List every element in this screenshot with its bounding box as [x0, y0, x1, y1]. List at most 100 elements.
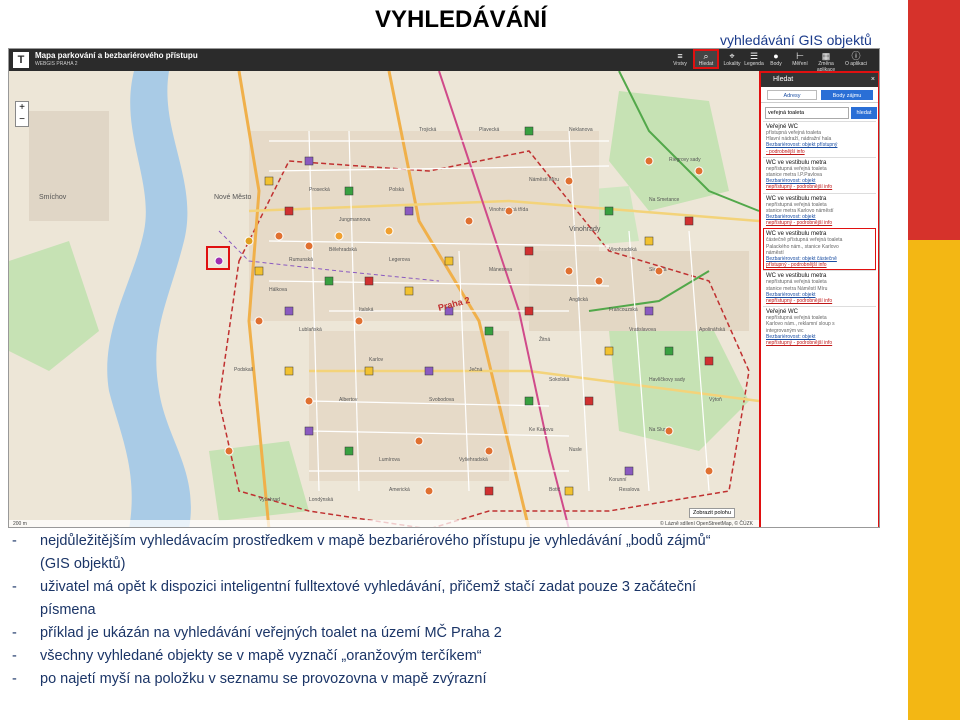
zoom-in-button[interactable]: +	[16, 102, 28, 114]
accessibility-info-link[interactable]: nepřístupný - podrobnější info	[766, 184, 874, 190]
tab-points-of-interest[interactable]: Body zájmu	[821, 90, 873, 100]
map-place-label: Polská	[389, 187, 404, 193]
map-symbol	[424, 366, 434, 376]
map-symbol	[524, 396, 534, 406]
bullet-dash: -	[12, 579, 17, 595]
map-symbol	[524, 246, 534, 256]
tool-info[interactable]: ⓘ O aplikaci	[845, 51, 867, 67]
map-symbol	[664, 346, 674, 356]
poi-marker	[694, 166, 704, 176]
map-place-label: Italská	[359, 307, 374, 313]
decor-yellow-bar	[908, 240, 960, 720]
map-canvas[interactable]: Smíchov Nové Město Vinohrady Nusle Vyšehrad A…	[9, 70, 880, 528]
pin-icon: ⌖	[729, 51, 735, 61]
accessibility-info-link[interactable]: nepřístupný - podrobnější info	[766, 220, 874, 226]
poi-marker	[354, 316, 364, 326]
ruler-icon: ⊢	[796, 51, 804, 61]
map-place-label: Mánesova	[489, 267, 512, 273]
tool-label: Vrstvy	[673, 61, 687, 67]
search-result-item[interactable]: Veřejné WC nepřístupná veřejná toaleta Kar…	[763, 306, 876, 348]
map-place-label: Americká	[389, 487, 410, 493]
layers-icon: ≡	[677, 51, 683, 61]
tool-label: O aplikaci	[845, 61, 867, 67]
tool-ruler[interactable]: ⊢ Měření	[789, 51, 811, 67]
poi-marker	[274, 231, 284, 241]
search-result-item[interactable]: Veřejné WC přístupná veřejná toaleta Hlavn…	[763, 121, 876, 157]
map-symbol	[404, 206, 414, 216]
app-title: Mapa parkování a bezbariérového přístupu	[35, 51, 198, 60]
slide-title: VYHLEDÁVÁNÍ	[375, 6, 548, 33]
map-symbol	[304, 156, 314, 166]
search-result-item[interactable]: WC ve vestibulu metra nepřístupná veřejná…	[763, 156, 876, 193]
bullet-item: - nejdůležitějším vyhledávacím prostředke…	[12, 530, 892, 553]
map-symbol	[264, 176, 274, 186]
map-symbol	[564, 486, 574, 496]
map-symbol	[254, 266, 264, 276]
map-symbol	[284, 366, 294, 376]
map-place-label: Albertov	[339, 397, 358, 403]
tool-pin[interactable]: ⌖ Lokality	[721, 51, 743, 67]
map-place-label: Hálkova	[269, 287, 287, 293]
poi-marker	[664, 426, 674, 436]
map-symbol	[624, 466, 634, 476]
map-symbol	[684, 216, 694, 226]
app-logo: T	[13, 52, 29, 68]
poi-marker	[334, 231, 344, 241]
map-place-label: Korunní	[609, 477, 627, 483]
tool-search[interactable]: ⌕ Hledat	[693, 49, 719, 69]
poi-marker	[304, 241, 314, 251]
search-input[interactable]	[765, 107, 849, 119]
search-result-item[interactable]: WC ve vestibulu metra částečně přístupná …	[763, 228, 876, 271]
tool-grid[interactable]: ▦ Změna aplikace	[815, 51, 837, 73]
bullet-item: - uživatel má opět k dispozici inteligent…	[12, 576, 892, 599]
show-location-button[interactable]: Zobrazit polohu	[689, 508, 735, 518]
map-place-label: Výtoň	[709, 397, 722, 403]
poi-marker	[704, 466, 714, 476]
close-icon[interactable]: ×	[871, 73, 875, 87]
accessibility-info-link[interactable]: přístupný - podrobnější info	[766, 262, 874, 268]
map-symbol	[484, 326, 494, 336]
map-place-label: Havlíčkovy sady	[649, 377, 686, 383]
poi-marker	[224, 446, 234, 456]
map-symbol	[304, 426, 314, 436]
zoom-out-button[interactable]: −	[16, 114, 28, 126]
map-place-label: Nusle	[569, 447, 582, 453]
poi-marker	[504, 206, 514, 216]
search-tabs: Adresy Body zájmu	[761, 87, 878, 103]
poi-marker	[304, 396, 314, 406]
bullet-list: - nejdůležitějším vyhledávacím prostředke…	[12, 530, 892, 691]
map-symbol	[324, 276, 334, 286]
map-place-label: Resslova	[619, 487, 640, 493]
search-result-item[interactable]: WC ve vestibulu metra nepřístupná veřejná…	[763, 270, 876, 306]
map-place-label: Smíchov	[39, 194, 67, 201]
tool-label: Legenda	[744, 61, 764, 67]
map-place-label: Plavecká	[479, 127, 500, 133]
search-panel: Hledat × Adresy Body zájmu hledat Veřejn…	[759, 71, 879, 527]
map-place-label: Podskalí	[234, 367, 254, 373]
tool-list[interactable]: ☰ Legenda	[743, 51, 765, 67]
app-subtitle: WEBGIS PRAHA 2	[35, 61, 78, 67]
search-button[interactable]: hledat	[851, 107, 877, 119]
tool-point[interactable]: ● Body	[765, 51, 787, 67]
accessibility-info-link[interactable]: nepřístupný - podrobnější info	[766, 340, 874, 346]
map-symbol	[484, 486, 494, 496]
bullet-text: uživatel má opět k dispozici inteligentn…	[40, 579, 697, 595]
map-svg[interactable]: Smíchov Nové Město Vinohrady Nusle Vyšehrad A…	[9, 70, 880, 528]
tab-addresses[interactable]: Adresy	[767, 90, 817, 100]
bullet-text: všechny vyhledané objekty se v mapě vyzn…	[40, 648, 482, 664]
map-place-label: Žitná	[539, 335, 550, 343]
accessibility-info-link[interactable]: - podrobnější info	[766, 149, 874, 155]
search-result-item[interactable]: WC ve vestibulu metra nepřístupná veřejná…	[763, 192, 876, 229]
poi-marker	[414, 436, 424, 446]
tool-layers[interactable]: ≡ Vrstvy	[669, 51, 691, 67]
map-place-label: Lumírova	[379, 457, 400, 463]
poi-marker	[464, 216, 474, 226]
bullet-dash: -	[12, 648, 17, 664]
map-place-label: Londýnská	[309, 497, 333, 503]
bullet-text: (GIS objektů)	[40, 556, 126, 572]
bullet-item: - příklad je ukázán na vyhledávání veřejn…	[12, 622, 892, 645]
tool-label: Lokality	[723, 61, 741, 67]
accessibility-info-link[interactable]: nepřístupný - podrobnější info	[766, 298, 874, 304]
map-place-label: Anglická	[569, 297, 588, 303]
map-place-label: Sokolská	[549, 377, 570, 383]
